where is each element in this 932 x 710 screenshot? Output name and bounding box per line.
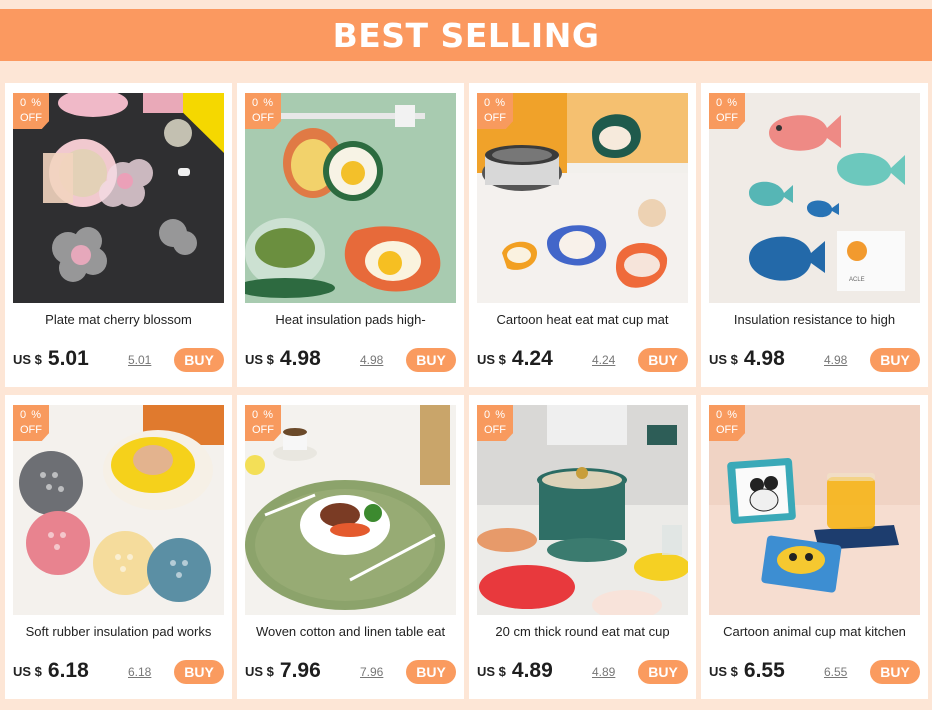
buy-button[interactable]: BUY: [870, 348, 920, 372]
price-row: US $ 6.18 6.18 BUY: [13, 656, 224, 686]
buy-button[interactable]: BUY: [406, 348, 456, 372]
product-card[interactable]: 0 % OFF Soft rubber insulation pad works …: [5, 395, 232, 699]
product-title[interactable]: Soft rubber insulation pad works: [9, 624, 228, 644]
price: 5.01: [47, 347, 89, 370]
svg-text:ACLE: ACLE: [849, 277, 865, 283]
original-price: 4.24: [592, 353, 616, 367]
discount-badge: 0 % OFF: [13, 93, 49, 129]
currency-label: US $: [245, 351, 274, 367]
price-row: US $ 4.89 4.89 BUY: [477, 656, 688, 686]
best-selling-banner: BEST SELLING: [0, 9, 932, 61]
product-title[interactable]: Woven cotton and linen table eat: [241, 624, 460, 644]
discount-badge: 0 % OFF: [13, 405, 49, 441]
banner-title: BEST SELLING: [332, 15, 600, 55]
price-row: US $ 7.96 7.96 BUY: [245, 656, 456, 686]
buy-button[interactable]: BUY: [870, 660, 920, 684]
price: 4.24: [511, 347, 553, 370]
discount-badge: 0 % OFF: [245, 93, 281, 129]
buy-button[interactable]: BUY: [638, 660, 688, 684]
price-row: US $ 5.01 5.01 BUY: [13, 344, 224, 374]
product-card[interactable]: 0 % OFF Cartoon heat eat mat cup mat US $…: [469, 83, 696, 387]
discount-badge: 0 % OFF: [709, 405, 745, 441]
product-card[interactable]: 0 % OFF Plate mat cherry blossom US $ 5.0…: [5, 83, 232, 387]
product-title[interactable]: Cartoon animal cup mat kitchen: [705, 624, 924, 644]
product-card[interactable]: 0 % OFF Cartoon animal cup mat kitchen US…: [701, 395, 928, 699]
currency-label: US $: [13, 351, 42, 367]
price-row: US $ 6.55 6.55 BUY: [709, 656, 920, 686]
price-row: US $ 4.24 4.24 BUY: [477, 344, 688, 374]
price: 4.98: [743, 347, 785, 370]
product-title[interactable]: Plate mat cherry blossom: [9, 312, 228, 332]
product-title[interactable]: Heat insulation pads high-: [241, 312, 460, 332]
price: 4.89: [511, 659, 553, 682]
original-price: 6.55: [824, 665, 848, 679]
discount-badge: 0 % OFF: [245, 405, 281, 441]
discount-badge: 0 % OFF: [477, 93, 513, 129]
price: 4.98: [279, 347, 321, 370]
product-title[interactable]: Insulation resistance to high: [705, 312, 924, 332]
currency-label: US $: [13, 663, 42, 679]
buy-button[interactable]: BUY: [174, 348, 224, 372]
product-card[interactable]: 0 % OFF Heat insulation pads high- US $ 4…: [237, 83, 464, 387]
price: 7.96: [279, 659, 321, 682]
product-title[interactable]: Cartoon heat eat mat cup mat: [473, 312, 692, 332]
buy-button[interactable]: BUY: [638, 348, 688, 372]
top-strip: [0, 0, 932, 8]
price: 6.55: [743, 659, 785, 682]
discount-badge: 0 % OFF: [477, 405, 513, 441]
original-price: 4.98: [360, 353, 384, 367]
price-row: US $ 4.98 4.98 BUY: [709, 344, 920, 374]
price: 6.18: [47, 659, 89, 682]
product-card[interactable]: 0 % OFF 20 cm thick round eat mat cup US …: [469, 395, 696, 699]
product-grid: 0 % OFF Plate mat cherry blossom US $ 5.0…: [5, 83, 928, 699]
original-price: 5.01: [128, 353, 152, 367]
discount-badge: 0 % OFF: [709, 93, 745, 129]
buy-button[interactable]: BUY: [406, 660, 456, 684]
currency-label: US $: [709, 351, 738, 367]
currency-label: US $: [477, 351, 506, 367]
product-title[interactable]: 20 cm thick round eat mat cup: [473, 624, 692, 644]
original-price: 4.98: [824, 353, 848, 367]
currency-label: US $: [477, 663, 506, 679]
product-card[interactable]: 0 % OFF Woven cotton and linen table eat …: [237, 395, 464, 699]
currency-label: US $: [245, 663, 274, 679]
buy-button[interactable]: BUY: [174, 660, 224, 684]
currency-label: US $: [709, 663, 738, 679]
price-row: US $ 4.98 4.98 BUY: [245, 344, 456, 374]
original-price: 6.18: [128, 665, 152, 679]
original-price: 4.89: [592, 665, 616, 679]
original-price: 7.96: [360, 665, 384, 679]
product-card[interactable]: ACLE 0 % OFF Insulation resistance to hig…: [701, 83, 928, 387]
